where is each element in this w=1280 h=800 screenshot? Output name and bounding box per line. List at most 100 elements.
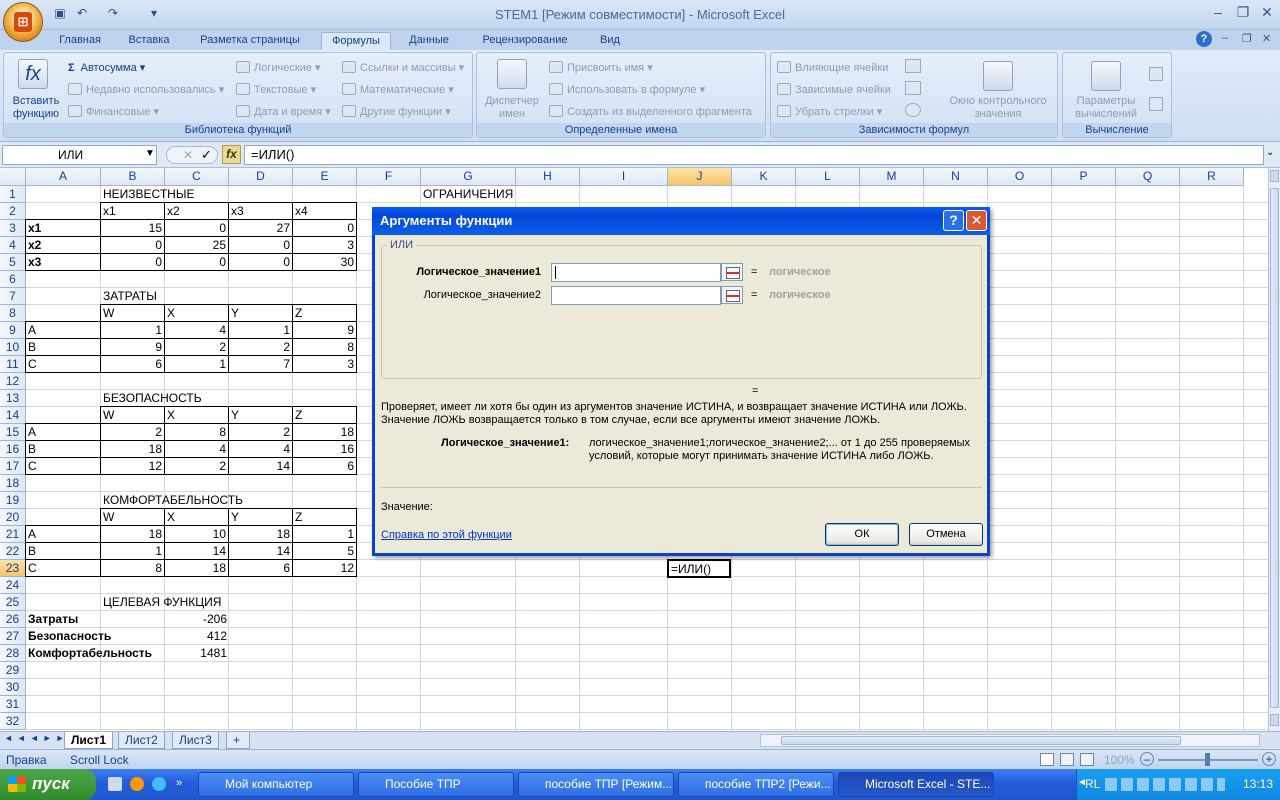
taskbar-item-excel[interactable]: Microsoft Excel - STE... xyxy=(838,772,994,797)
cell[interactable]: 25 xyxy=(164,236,229,254)
row-header[interactable]: 17 xyxy=(0,458,26,475)
ribbon-minimize-icon[interactable]: – xyxy=(1222,32,1228,44)
ribbon-close-icon[interactable]: ✕ xyxy=(1262,32,1271,45)
help-icon[interactable]: ? xyxy=(1196,31,1212,47)
row-header[interactable]: 7 xyxy=(0,288,26,305)
cell[interactable]: 9 xyxy=(292,321,357,339)
row-header[interactable]: 13 xyxy=(0,390,26,407)
tray-icons[interactable] xyxy=(1105,778,1225,791)
dialog-close-icon[interactable]: ✕ xyxy=(966,210,987,231)
cell[interactable]: x2 xyxy=(25,236,101,254)
zoom-slider-thumb[interactable] xyxy=(1205,753,1210,766)
cell[interactable]: ЗАТРАТЫ xyxy=(101,288,165,305)
cell[interactable]: 15 xyxy=(100,219,165,237)
row-header[interactable]: 16 xyxy=(0,441,26,458)
cell[interactable]: 4 xyxy=(228,440,293,458)
cell[interactable]: 7 xyxy=(228,355,293,373)
column-header[interactable]: E xyxy=(293,168,357,186)
normal-view-icon[interactable] xyxy=(1040,753,1054,766)
column-header[interactable]: C xyxy=(165,168,229,186)
cell[interactable]: 0 xyxy=(164,219,229,237)
dialog-help-icon[interactable]: ? xyxy=(943,210,964,231)
taskbar-item-word-2[interactable]: пособие ТПР2 [Режи... xyxy=(678,772,834,797)
cell[interactable]: 1481 xyxy=(165,645,229,662)
row-header[interactable]: 10 xyxy=(0,339,26,356)
cell[interactable]: X xyxy=(164,508,229,526)
cell[interactable]: Комфортабельность xyxy=(26,645,152,662)
cell[interactable]: 4 xyxy=(164,440,229,458)
row-header[interactable]: 15 xyxy=(0,424,26,441)
cell[interactable]: 14 xyxy=(164,542,229,560)
row-header[interactable]: 12 xyxy=(0,373,26,390)
watch-window-button[interactable]: Окно контрольного значения xyxy=(939,95,1057,121)
row-header[interactable]: 18 xyxy=(0,475,26,492)
expand-formula-icon[interactable]: ⌄ xyxy=(1266,147,1274,158)
zoom-in-icon[interactable]: + xyxy=(1262,752,1276,766)
row-header[interactable]: 23 xyxy=(0,560,26,577)
cell[interactable]: Затраты xyxy=(26,611,101,628)
column-header[interactable]: B xyxy=(101,168,165,186)
column-header[interactable]: G xyxy=(421,168,516,186)
cell[interactable]: C xyxy=(25,559,101,577)
cell[interactable]: 4 xyxy=(164,321,229,339)
cell[interactable]: C xyxy=(25,355,101,373)
show-formulas-icon[interactable] xyxy=(905,59,921,73)
cell[interactable]: 16 xyxy=(292,440,357,458)
row-header[interactable]: 9 xyxy=(0,322,26,339)
column-header[interactable]: F xyxy=(357,168,421,186)
cell[interactable]: 8 xyxy=(164,423,229,441)
quicklaunch-icon[interactable] xyxy=(130,777,144,791)
tab-data[interactable]: Данные xyxy=(400,32,458,50)
row-header[interactable]: 19 xyxy=(0,492,26,509)
office-button[interactable]: ⊞ xyxy=(3,2,43,42)
cell[interactable]: x3 xyxy=(228,202,293,220)
zoom-level[interactable]: 100% xyxy=(1104,753,1135,767)
cell[interactable]: 0 xyxy=(292,219,357,237)
financial-button[interactable]: Финансовые ▾ xyxy=(68,105,159,118)
remove-arrows-button[interactable]: Убрать стрелки ▾ xyxy=(777,105,882,118)
cell[interactable]: 0 xyxy=(100,253,165,271)
cell[interactable]: 2 xyxy=(228,338,293,356)
autosum-button[interactable]: Σ Автосумма ▾ xyxy=(68,61,145,74)
cell[interactable]: 6 xyxy=(292,457,357,475)
math-button[interactable]: Математические ▾ xyxy=(342,83,454,96)
cell[interactable]: 8 xyxy=(292,338,357,356)
cell[interactable]: КОМФОРТАБЕЛЬНОСТЬ xyxy=(101,492,243,509)
column-header[interactable]: J xyxy=(668,168,732,186)
minimize-icon[interactable]: – xyxy=(1207,4,1229,22)
cell[interactable]: 12 xyxy=(100,457,165,475)
tab-review[interactable]: Рецензирование xyxy=(470,32,580,50)
row-header[interactable]: 22 xyxy=(0,543,26,560)
name-manager-button[interactable]: Диспетчер имен xyxy=(481,95,543,121)
cell[interactable]: W xyxy=(100,406,165,424)
logical-button[interactable]: Логические ▾ xyxy=(236,61,321,74)
taskbar-item-word-1[interactable]: пособие ТПР [Режим... xyxy=(518,772,674,797)
browser-icon[interactable] xyxy=(152,777,166,791)
row-header[interactable]: 1 xyxy=(0,186,26,203)
close-icon[interactable]: ✕ xyxy=(1256,4,1278,22)
cell[interactable]: 6 xyxy=(100,355,165,373)
row-header[interactable]: 4 xyxy=(0,237,26,254)
datetime-button[interactable]: Дата и время ▾ xyxy=(236,105,331,118)
create-from-selection-button[interactable]: Создать из выделенного фрагмента xyxy=(549,105,752,118)
insert-function-button[interactable]: Вставить функцию xyxy=(8,95,64,121)
cell[interactable]: 12 xyxy=(292,559,357,577)
start-button[interactable]: пуск xyxy=(0,769,96,800)
maximize-icon[interactable]: ❐ xyxy=(1232,4,1254,22)
tab-view[interactable]: Вид xyxy=(590,32,630,50)
name-box[interactable]: ИЛИ xyxy=(2,145,157,165)
arg1-input[interactable] xyxy=(551,263,721,282)
column-header[interactable]: Q xyxy=(1116,168,1180,186)
column-header[interactable]: L xyxy=(796,168,860,186)
tab-home[interactable]: Главная xyxy=(48,32,112,50)
arg2-collapse-icon[interactable] xyxy=(721,286,743,304)
row-header[interactable]: 32 xyxy=(0,713,26,730)
cell[interactable]: 1 xyxy=(164,355,229,373)
fx-icon[interactable]: fx xyxy=(222,145,241,164)
column-header[interactable]: D xyxy=(229,168,293,186)
cell[interactable]: Y xyxy=(228,406,293,424)
cell[interactable]: 3 xyxy=(292,236,357,254)
row-header[interactable]: 29 xyxy=(0,662,26,679)
cell[interactable]: НЕИЗВЕСТНЫЕ xyxy=(101,186,194,203)
cell[interactable]: 2 xyxy=(164,457,229,475)
